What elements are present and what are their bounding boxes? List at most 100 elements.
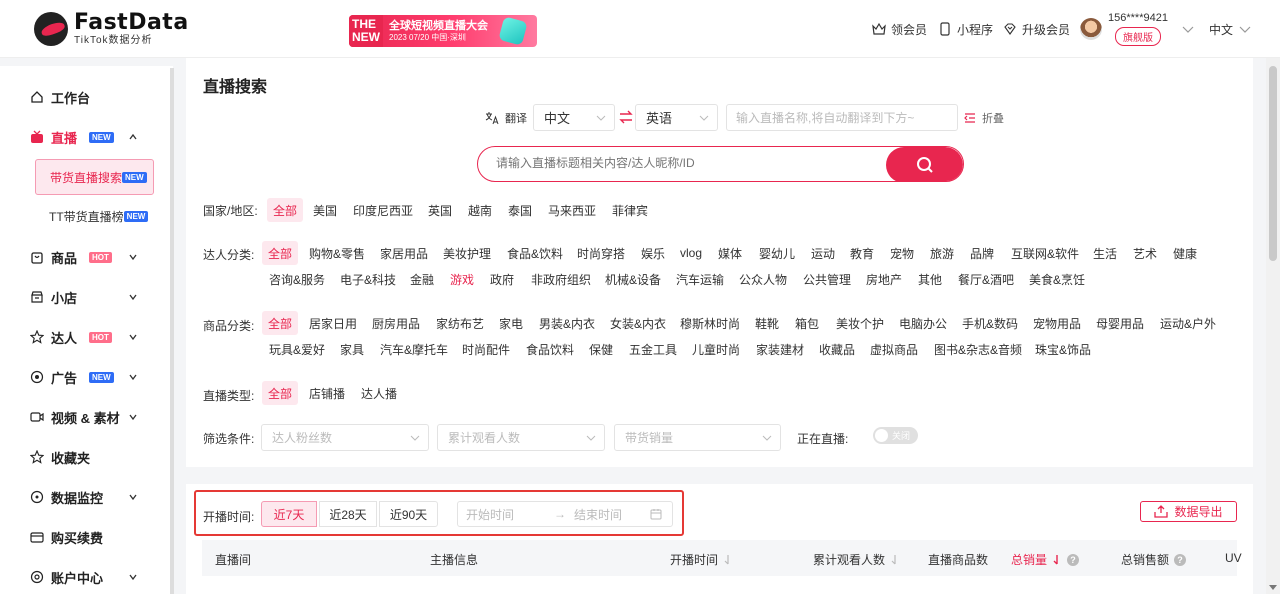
live-type-chip[interactable]: 达人播 [361, 381, 397, 405]
help-icon[interactable]: ? [1067, 553, 1080, 566]
col-total-sales-volume[interactable]: 总销量 ? [1011, 551, 1080, 568]
scrollbar-thumb[interactable] [1269, 66, 1277, 261]
col-start-time[interactable]: 开播时间 [670, 551, 733, 568]
product-chip[interactable]: 母婴用品 [1096, 311, 1144, 335]
upgrade-link[interactable]: 升级会员 [1003, 0, 1070, 58]
product-chip[interactable]: 儿童时尚 [692, 337, 740, 361]
product-chip[interactable]: 家纺布艺 [436, 311, 484, 335]
talent-chip[interactable]: 房地产 [866, 267, 902, 291]
talent-chip[interactable]: 其他 [918, 267, 942, 291]
product-chip[interactable]: 保健 [589, 337, 613, 361]
lang-to-select[interactable]: 英语 [635, 104, 718, 131]
region-chip[interactable]: 越南 [468, 198, 492, 222]
sidebar-item-workbench[interactable]: 工作台 [30, 87, 90, 107]
scroll-down-arrow-icon[interactable] [1269, 585, 1277, 590]
talent-chip[interactable]: 娱乐 [641, 241, 665, 265]
live-search-bar[interactable] [477, 146, 964, 182]
sales-filter-select[interactable]: 带货销量 [614, 424, 781, 451]
talent-chip[interactable]: 家居用品 [380, 241, 428, 265]
talent-chip[interactable]: 宠物 [890, 241, 914, 265]
sidebar-item-shop[interactable]: 小店 [30, 287, 137, 307]
talent-chip[interactable]: 公众人物 [739, 267, 787, 291]
talent-chip[interactable]: 食品&饮料 [507, 241, 563, 265]
on-air-toggle[interactable]: 关闭 [873, 427, 918, 444]
talent-chip[interactable]: 运动 [811, 241, 835, 265]
range-28d-button[interactable]: 近28天 [319, 501, 377, 527]
product-chip[interactable]: 珠宝&饰品 [1035, 337, 1091, 361]
search-button[interactable] [886, 147, 963, 181]
user-dropdown-toggle[interactable] [1181, 0, 1195, 58]
region-chip[interactable]: 印度尼西亚 [353, 198, 413, 222]
product-chip[interactable]: 虚拟商品 [870, 337, 918, 361]
product-chip[interactable]: 图书&杂志&音频 [934, 337, 1022, 361]
product-chip[interactable]: 家装建材 [756, 337, 804, 361]
talent-chip[interactable]: 婴幼儿 [759, 241, 795, 265]
sidebar-scrollbar[interactable] [170, 68, 174, 594]
talent-chip[interactable]: 金融 [410, 267, 434, 291]
talent-chip[interactable]: 健康 [1173, 241, 1197, 265]
export-button[interactable]: 数据导出 [1140, 501, 1237, 522]
talent-chip[interactable]: 汽车运输 [676, 267, 724, 291]
region-chip[interactable]: 全部 [267, 198, 304, 222]
col-total-revenue[interactable]: 总销售额 ? [1121, 551, 1187, 568]
range-90d-button[interactable]: 近90天 [379, 501, 438, 527]
sidebar-item-live[interactable]: 直播 NEW [30, 127, 137, 147]
product-chip[interactable]: 美妆个护 [836, 311, 884, 335]
talent-chip[interactable]: 电子&科技 [340, 267, 396, 291]
product-chip[interactable]: 家电 [499, 311, 523, 335]
region-chip[interactable]: 泰国 [508, 198, 532, 222]
sidebar-item-goods[interactable]: 商品 HOT [30, 247, 137, 267]
talent-chip[interactable]: 教育 [850, 241, 874, 265]
product-chip[interactable]: 食品饮料 [526, 337, 574, 361]
sidebar-item-monitor[interactable]: 数据监控 [30, 487, 137, 507]
talent-chip[interactable]: 公共管理 [803, 267, 851, 291]
talent-chip[interactable]: 旅游 [930, 241, 954, 265]
translate-input[interactable]: 输入直播名称,将自动翻译到下方~ [726, 104, 958, 131]
product-chip[interactable]: 厨房用品 [372, 311, 420, 335]
talent-chip[interactable]: 咨询&服务 [269, 267, 325, 291]
product-chip[interactable]: 手机&数码 [962, 311, 1018, 335]
col-total-viewers[interactable]: 累计观看人数 [813, 551, 900, 568]
logo[interactable]: FastData TikTok数据分析 [34, 10, 189, 48]
live-type-chip[interactable]: 全部 [262, 381, 299, 405]
product-chip[interactable]: 居家日用 [309, 311, 357, 335]
lang-from-select[interactable]: 中文 [533, 104, 615, 131]
region-chip[interactable]: 美国 [313, 198, 337, 222]
region-chip[interactable]: 菲律宾 [612, 198, 648, 222]
end-date-input[interactable]: 结束时间 [574, 506, 622, 523]
fans-filter-select[interactable]: 达人粉丝数 [261, 424, 429, 451]
sidebar-item-renew[interactable]: 购买续费 [30, 527, 103, 547]
sidebar-item-influencer[interactable]: 达人 HOT [30, 327, 137, 347]
talent-chip[interactable]: 生活 [1093, 241, 1117, 265]
product-chip[interactable]: 宠物用品 [1033, 311, 1081, 335]
talent-chip[interactable]: 品牌 [970, 241, 994, 265]
talent-chip[interactable]: 艺术 [1133, 241, 1157, 265]
talent-chip[interactable]: 游戏 [450, 267, 474, 291]
viewers-filter-select[interactable]: 累计观看人数 [437, 424, 605, 451]
language-switch[interactable]: 中文 [1209, 0, 1252, 58]
product-chip[interactable]: 时尚配件 [462, 337, 510, 361]
product-chip[interactable]: 全部 [262, 311, 299, 335]
talent-chip[interactable]: 非政府组织 [531, 267, 591, 291]
talent-chip[interactable]: 美妆护理 [443, 241, 491, 265]
talent-chip[interactable]: 互联网&软件 [1011, 241, 1079, 265]
region-chip[interactable]: 马来西亚 [548, 198, 596, 222]
product-chip[interactable]: 箱包 [795, 311, 819, 335]
product-chip[interactable]: 收藏品 [819, 337, 855, 361]
date-range-picker[interactable]: 开始时间 → 结束时间 [457, 501, 673, 527]
swap-language-icon[interactable] [618, 110, 634, 127]
talent-chip[interactable]: 美食&烹饪 [1029, 267, 1085, 291]
sidebar-item-ads[interactable]: 广告 NEW [30, 367, 137, 387]
live-type-chip[interactable]: 店铺播 [309, 381, 345, 405]
product-chip[interactable]: 汽车&摩托车 [380, 337, 448, 361]
talent-chip[interactable]: 餐厅&酒吧 [958, 267, 1014, 291]
event-banner[interactable]: THE NEW 全球短视频直播大会 2023 07/20 中国·深圳 [349, 15, 537, 47]
product-chip[interactable]: 穆斯林时尚 [680, 311, 740, 335]
miniapp-link[interactable]: 小程序 [938, 0, 993, 58]
sidebar-sub-live-search[interactable]: 带货直播搜索 NEW [35, 159, 154, 195]
talent-chip[interactable]: 政府 [490, 267, 514, 291]
start-date-input[interactable]: 开始时间 [466, 506, 514, 523]
main-scrollbar[interactable] [1266, 58, 1280, 594]
talent-chip[interactable]: 机械&设备 [605, 267, 661, 291]
talent-chip[interactable]: vlog [680, 241, 702, 265]
